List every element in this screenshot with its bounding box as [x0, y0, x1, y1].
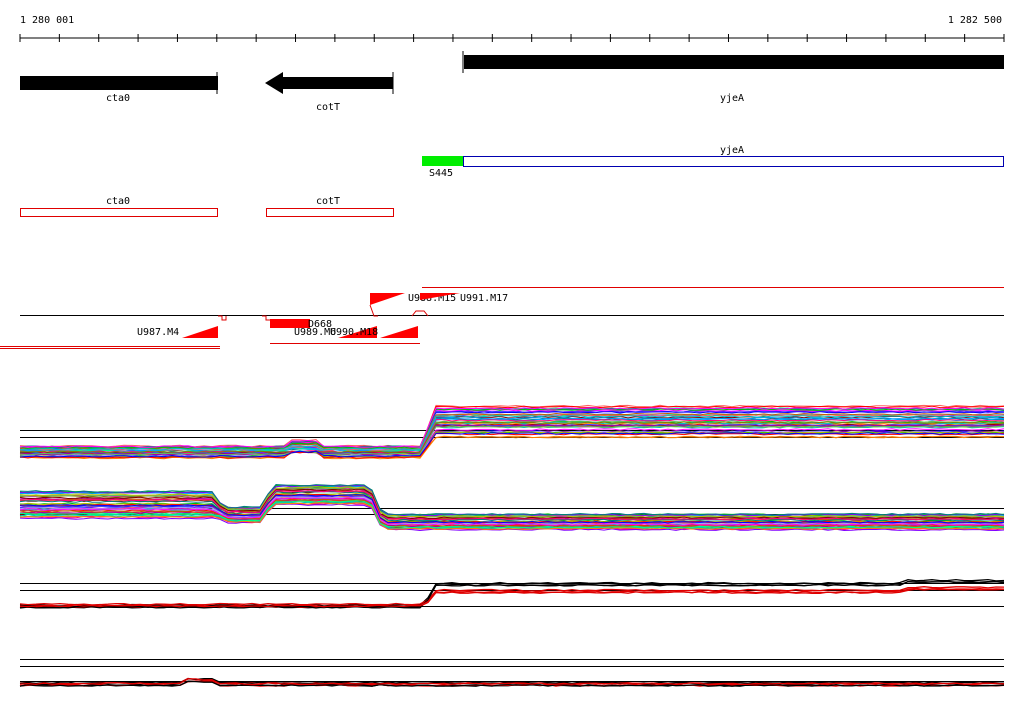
- annotation-cott-label: cotT: [316, 196, 340, 207]
- segment-track: U987.M4 D668 U989.M6 U990.M18 U988.M15 U…: [0, 287, 1004, 349]
- expression-track-3: [19, 578, 1005, 609]
- expression-track-4: [19, 659, 1005, 687]
- annotation-yjea-box[interactable]: [463, 156, 1004, 167]
- gene-cta0-label: cta0: [106, 93, 130, 104]
- segment-u991-lower-wedge[interactable]: [380, 326, 418, 338]
- segment-u988-notch: [369, 304, 378, 317]
- gene-cott-label: cotT: [316, 102, 340, 113]
- segment-u988-wedge[interactable]: [370, 293, 405, 305]
- expression-track-1: [19, 404, 1005, 460]
- ruler-start-label: 1 280 001: [20, 15, 74, 26]
- annotation-track: yjeA S445 cta0 cotT: [20, 145, 1004, 217]
- gene-cta0-arrow[interactable]: [20, 76, 218, 90]
- segment-u990-label: U990.M18: [330, 327, 378, 338]
- gene-cott-arrow[interactable]: [265, 72, 393, 94]
- segment-u987-notch: [218, 315, 227, 321]
- gene-yjea-arrow[interactable]: [464, 55, 1004, 69]
- segment-u987-label: U987.M4: [137, 327, 179, 338]
- s445-label: S445: [429, 168, 453, 179]
- annotation-cta0-label: cta0: [106, 196, 130, 207]
- segment-d668-notch: [262, 315, 270, 321]
- expression-trace: [19, 586, 1005, 606]
- expression-track-2: [19, 483, 1005, 532]
- ruler-end-label: 1 282 500: [948, 15, 1002, 26]
- genome-browser-view: 1 280 001 1 282 500 cta0 cotT yjeA yjeA …: [0, 15, 1005, 687]
- annotation-cta0-box[interactable]: [20, 208, 218, 217]
- ruler: 1 280 001 1 282 500: [19, 15, 1005, 42]
- segment-u987-wedge[interactable]: [182, 326, 218, 338]
- annotation-yjea-label: yjeA: [720, 145, 744, 156]
- s445-box[interactable]: [422, 156, 463, 166]
- segment-u991-label: U991.M17: [460, 293, 508, 304]
- gene-yjea-label: yjeA: [720, 93, 744, 104]
- annotation-cott-box[interactable]: [266, 208, 394, 217]
- gene-track: cta0 cotT yjeA: [20, 51, 1004, 113]
